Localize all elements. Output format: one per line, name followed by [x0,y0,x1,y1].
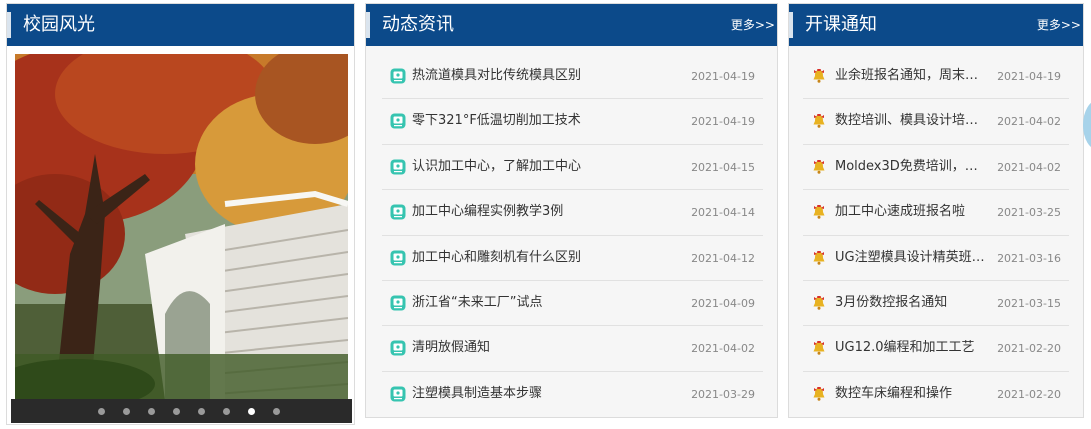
course-item-title[interactable]: UG注塑模具设计精英班… [835,249,985,267]
news-item-date: 2021-04-19 [691,70,755,83]
bell-icon [813,295,825,310]
course-item[interactable]: 业余班报名通知，周末… 2021-04-19 [803,54,1069,100]
news-item-date: 2021-04-14 [691,206,755,220]
header-accent-bar [366,12,370,38]
campus-panel: 校园风光 [6,3,355,425]
course-item-date: 2021-04-02 [997,160,1061,174]
news-doc-icon [390,204,406,220]
course-item-date: 2021-03-15 [997,296,1061,310]
course-item-date: 2021-02-20 [997,342,1061,356]
course-item[interactable]: 数控培训、模具设计培… 2021-04-02 [803,99,1069,145]
news-item-title[interactable]: 清明放假通知 [412,339,490,357]
slide-dot-6[interactable] [223,408,230,415]
news-item[interactable]: 热流道模具对比传统模具区别 2021-04-19 [382,54,763,100]
slide-dot-8[interactable] [273,408,280,415]
news-item-title[interactable]: 注塑模具制造基本步骤 [412,385,542,403]
course-item-title[interactable]: 加工中心速成班报名啦 [835,203,965,221]
news-doc-icon [390,386,406,402]
news-item[interactable]: 浙江省“未来工厂”试点 2021-04-09 [382,281,763,327]
bell-icon [813,205,825,219]
course-item[interactable]: Moldex3D免费培训，… 2021-04-02 [803,145,1069,191]
course-item-date: 2021-03-25 [997,206,1061,220]
header-accent-bar [7,12,11,38]
news-item-date: 2021-04-09 [691,296,755,310]
slide-dot-3[interactable] [148,408,155,415]
news-list: 热流道模具对比传统模具区别 2021-04-19 零下321°F低温切削加工技术 20… [382,54,763,417]
header-accent-bar [789,12,793,38]
news-item[interactable]: 清明放假通知 2021-04-02 [382,326,763,372]
slide-dot-4[interactable] [173,408,180,415]
course-item[interactable]: UG12.0编程和加工工艺 2021-02-20 [803,326,1069,372]
course-item-date: 2021-04-02 [997,115,1061,129]
course-item[interactable]: 加工中心速成班报名啦 2021-03-25 [803,190,1069,236]
slide-dot-7[interactable] [248,408,255,415]
course-item-date: 2021-03-16 [997,251,1061,265]
bell-icon [813,159,825,174]
news-panel-header: 动态资讯 更多>> [366,4,777,46]
news-item-title[interactable]: 零下321°F低温切削加工技术 [412,112,581,130]
news-doc-icon [390,68,406,84]
slide-dot-1[interactable] [98,408,105,415]
course-item-title[interactable]: 3月份数控报名通知 [835,294,947,312]
news-item[interactable]: 零下321°F低温切削加工技术 2021-04-19 [382,99,763,145]
bell-icon [813,341,825,356]
bell-icon [813,114,825,129]
slide-indicator [11,399,352,423]
course-item[interactable]: UG注塑模具设计精英班… 2021-03-16 [803,236,1069,281]
news-item-title[interactable]: 加工中心和雕刻机有什么区别 [412,249,581,267]
news-item-title[interactable]: 热流道模具对比传统模具区别 [412,67,581,85]
news-item[interactable]: 加工中心编程实例教学3例 2021-04-14 [382,190,763,236]
slide-dot-2[interactable] [123,408,130,415]
campus-photo [15,54,348,400]
news-panel-title: 动态资讯 [382,14,454,35]
news-doc-icon [390,340,406,356]
course-item-title[interactable]: 数控车床编程和操作 [835,385,952,403]
news-item[interactable]: 加工中心和雕刻机有什么区别 2021-04-12 [382,236,763,281]
news-doc-icon [390,295,406,311]
news-item-title[interactable]: 浙江省“未来工厂”试点 [412,294,542,312]
news-item-title[interactable]: 加工中心编程实例教学3例 [412,203,563,221]
courses-panel-title: 开课通知 [805,14,877,35]
news-panel: 动态资讯 更多>> 热流道模具对比传统模具区别 2021-04-19 零下321°F… [365,3,778,418]
news-item-title[interactable]: 认识加工中心，了解加工中心 [412,158,581,176]
news-doc-icon [390,159,406,175]
news-doc-icon [390,113,406,129]
bell-icon [813,386,825,401]
course-item[interactable]: 数控车床编程和操作 2021-02-20 [803,372,1069,417]
bell-icon [813,69,825,83]
slide-dot-5[interactable] [198,408,205,415]
news-item-date: 2021-04-02 [691,342,755,356]
course-item[interactable]: 3月份数控报名通知 2021-03-15 [803,281,1069,327]
course-item-title[interactable]: 数控培训、模具设计培… [835,112,978,130]
news-item-date: 2021-03-29 [691,387,755,401]
course-item-title[interactable]: 业余班报名通知，周末… [835,67,978,85]
courses-list: 业余班报名通知，周末… 2021-04-19 数控培训、模具设计培… 2021-04-… [803,54,1069,417]
news-item-date: 2021-04-12 [691,251,755,265]
course-item-title[interactable]: Moldex3D免费培训，… [835,158,978,176]
courses-panel-header: 开课通知 更多>> [789,4,1083,46]
courses-panel: 开课通知 更多>> 业余班报名通知，周末… 2021-04-19 数控培训、模具设计… [788,3,1084,418]
courses-more-link[interactable]: 更多>> [1037,16,1081,34]
bell-icon [813,250,825,265]
news-item-date: 2021-04-19 [691,115,755,129]
course-item-title[interactable]: UG12.0编程和加工工艺 [835,339,975,357]
campus-panel-title: 校园风光 [23,14,95,35]
course-item-date: 2021-02-20 [997,387,1061,401]
news-item-date: 2021-04-15 [691,160,755,174]
course-item-date: 2021-04-19 [997,70,1061,83]
campus-panel-header: 校园风光 [7,4,354,46]
news-more-link[interactable]: 更多>> [731,16,775,34]
campus-photo-slide[interactable] [15,54,348,400]
news-doc-icon [390,250,406,266]
news-item[interactable]: 认识加工中心，了解加工中心 2021-04-15 [382,145,763,191]
news-item[interactable]: 注塑模具制造基本步骤 2021-03-29 [382,372,763,417]
floating-side-button[interactable] [1083,100,1091,150]
